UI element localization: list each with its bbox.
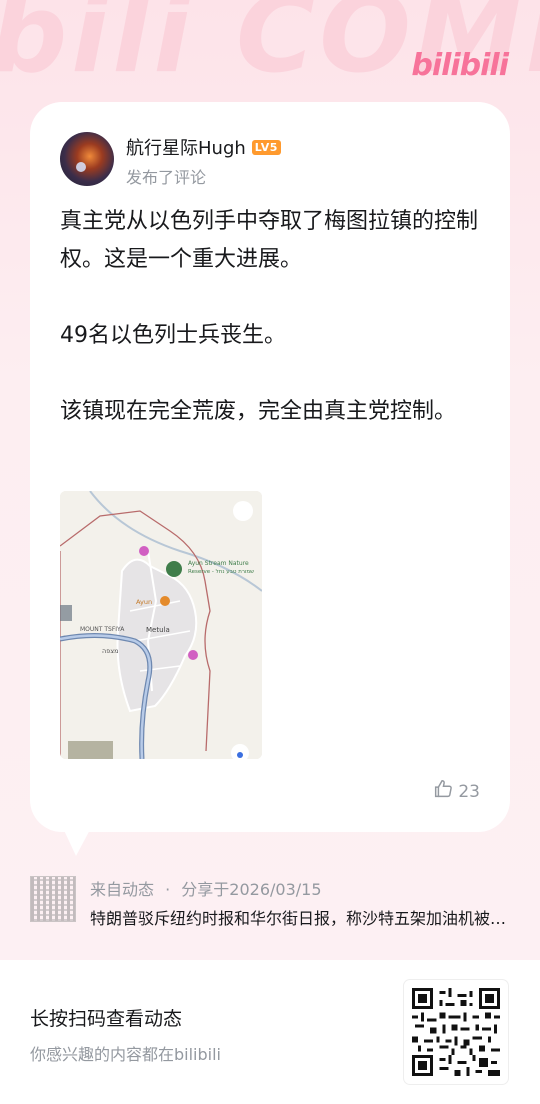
source-title[interactable]: 特朗普驳斥纽约时报和华尔街日报，称沙特五架加油机被炸毁 <box>90 905 510 929</box>
bilibili-logo: bilibili <box>411 48 509 83</box>
map-image[interactable]: Ayun Stream Nature Reserve - שמורת טבע נ… <box>60 491 262 759</box>
source-qr-thumbnail <box>30 876 76 922</box>
comment-paragraph: 49名以色列士兵丧生。 <box>60 323 286 348</box>
post-action: 发布了评论 <box>126 168 207 187</box>
speech-bubble-tail <box>62 826 92 856</box>
level-badge: LV5 <box>251 139 281 155</box>
footer-title: 长按扫码查看动态 <box>30 1008 183 1030</box>
map-label-hebrew: מצפה <box>102 647 119 655</box>
map-label-ayun: Ayun <box>136 598 152 606</box>
source-meta: 来自动态 · 分享于2026/03/15 <box>90 876 322 900</box>
footer-panel: 长按扫码查看动态 你感兴趣的内容都在bilibili <box>0 960 540 1104</box>
like-count: 23 <box>458 781 480 802</box>
username-row: 航行星际Hugh LV5 <box>126 134 281 160</box>
comment-card: 航行星际Hugh LV5 发布了评论 真主党从以色列手中夺取了梅图拉镇的控制权。… <box>30 102 510 832</box>
avatar[interactable] <box>60 132 114 186</box>
map-label-metula: Metula <box>146 626 170 634</box>
map-label-reserve-2: Reserve - שמורת טבע נחל <box>188 568 254 575</box>
username[interactable]: 航行星际Hugh <box>126 134 246 160</box>
source-separator: · <box>165 880 171 899</box>
comment-content: 真主党从以色列手中夺取了梅图拉镇的控制权。这是一个重大进展。 49名以色列士兵丧… <box>60 203 480 431</box>
comment-paragraph: 真主党从以色列手中夺取了梅图拉镇的控制权。这是一个重大进展。 <box>60 209 479 272</box>
like-button[interactable]: 23 <box>432 778 480 805</box>
source-info[interactable]: 来自动态 · 分享于2026/03/15 特朗普驳斥纽约时报和华尔街日报，称沙特… <box>30 872 510 928</box>
footer-subtitle: 你感兴趣的内容都在bilibili <box>30 1045 221 1064</box>
thumbs-up-icon <box>432 778 454 805</box>
comment-paragraph: 该镇现在完全荒废，完全由真主党控制。 <box>60 399 457 424</box>
qr-code[interactable] <box>404 980 508 1084</box>
source-origin: 来自动态 <box>90 880 155 899</box>
map-label-reserve: Ayun Stream Nature <box>188 560 249 567</box>
source-share-date: 分享于2026/03/15 <box>181 880 322 899</box>
map-label-mount: MOUNT TSFIYA <box>80 626 125 633</box>
